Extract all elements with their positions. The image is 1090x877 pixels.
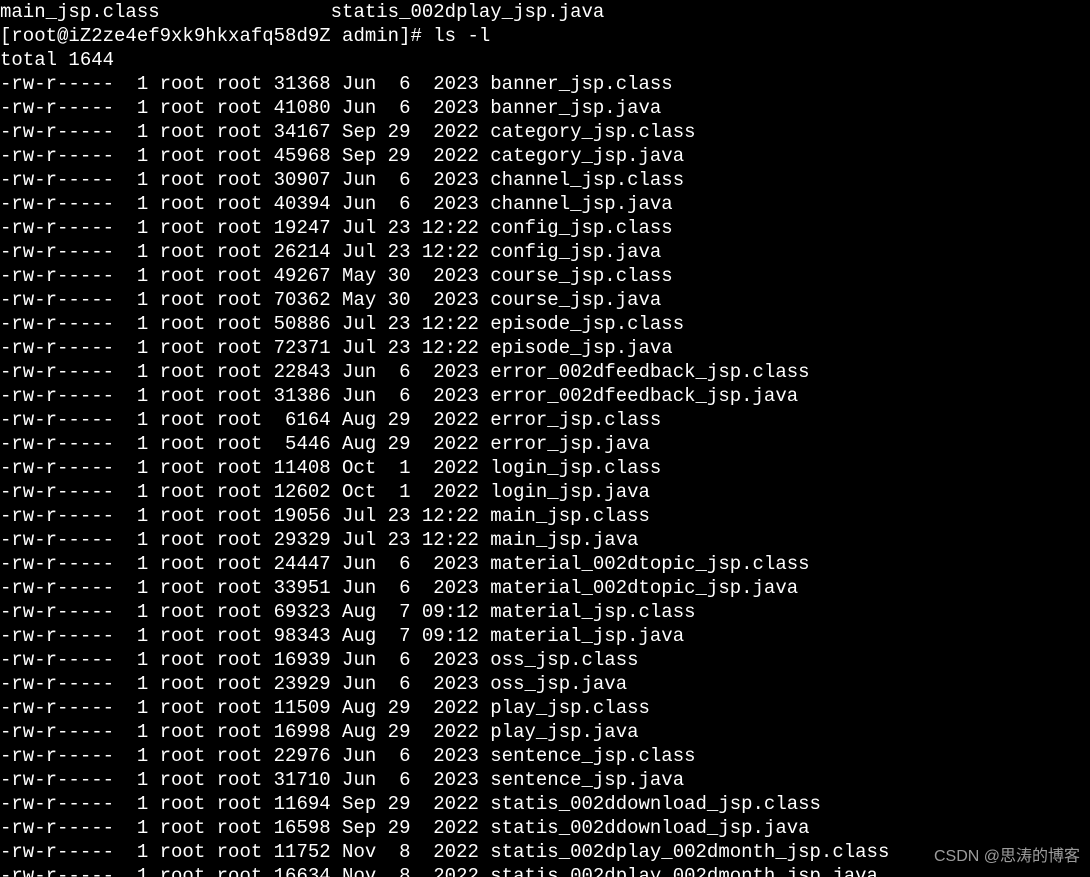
typed-command[interactable]: ls -l <box>433 25 490 47</box>
prev-output-line: main_jsp.class statis_002dplay_jsp.java <box>0 1 604 23</box>
total-line: total 1644 <box>0 49 114 71</box>
shell-prompt: [root@iZ2ze4ef9xk9hkxafq58d9Z admin]# <box>0 25 433 47</box>
terminal-output[interactable]: main_jsp.class statis_002dplay_jsp.java … <box>0 0 1090 877</box>
watermark-text: CSDN @思涛的博客 <box>934 845 1080 869</box>
file-listing: -rw-r----- 1 root root 31368 Jun 6 2023 … <box>0 73 889 877</box>
